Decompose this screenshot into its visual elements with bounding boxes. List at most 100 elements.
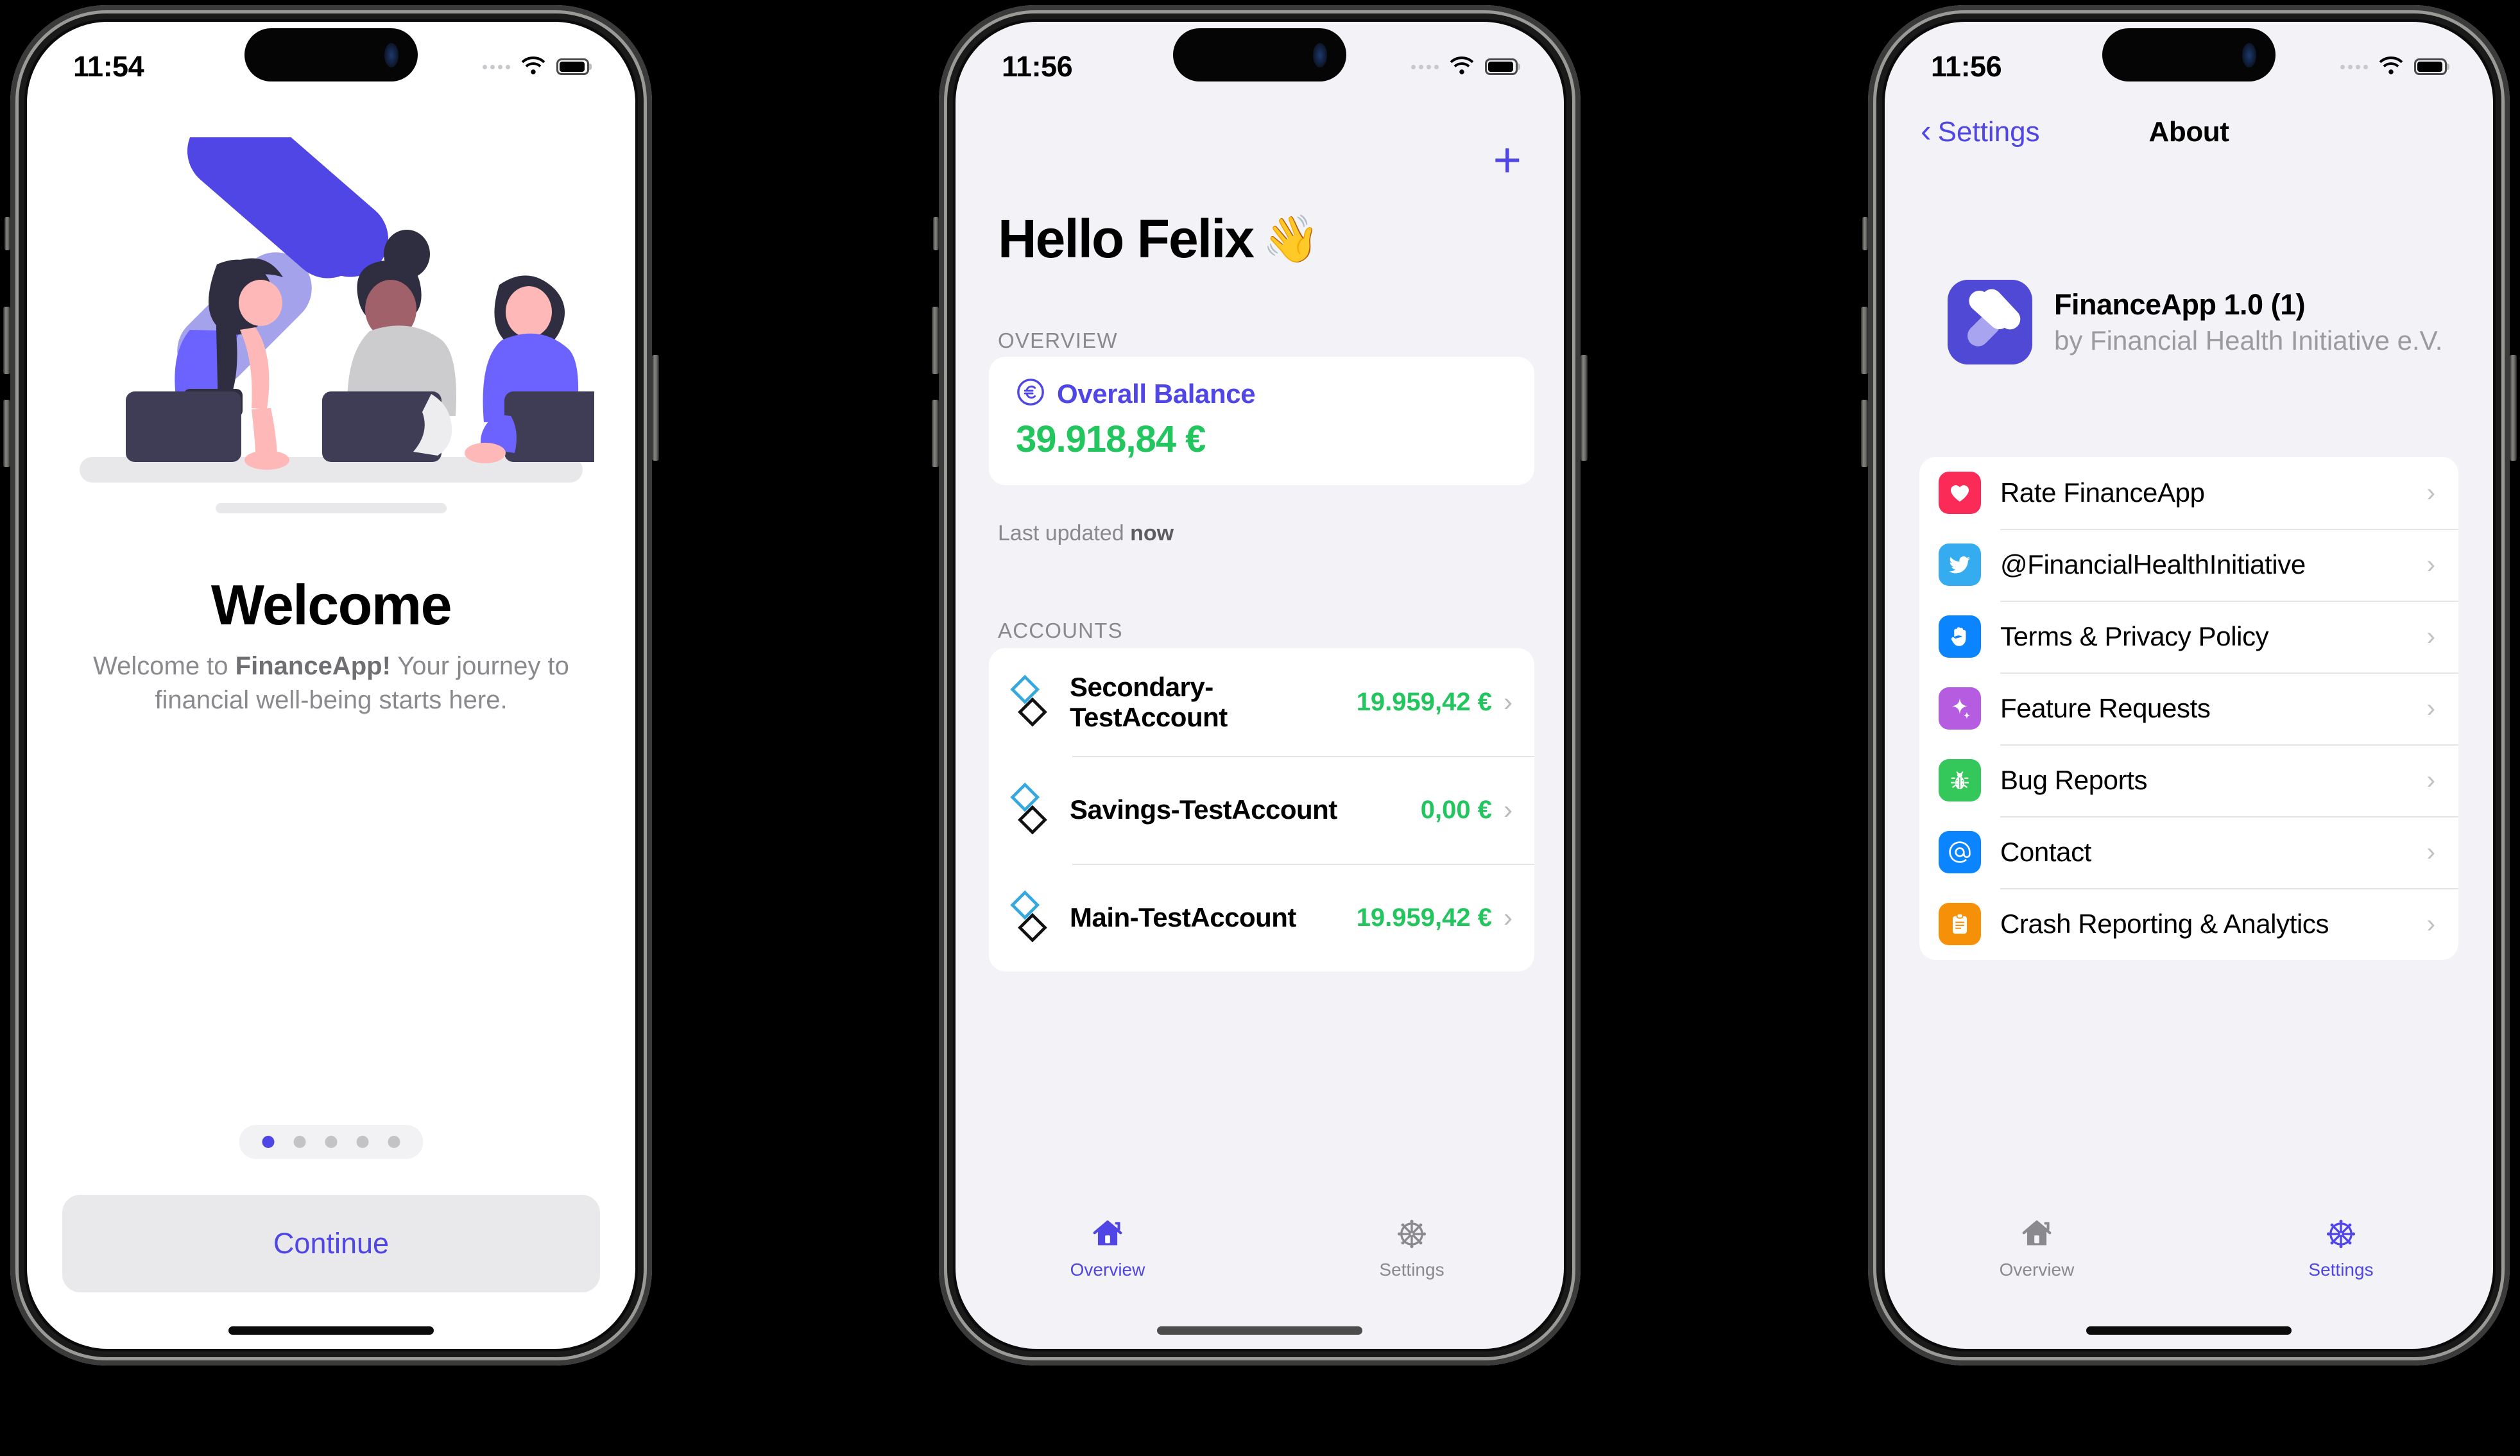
at-sign-icon [1939, 831, 1981, 873]
status-time: 11:54 [73, 50, 144, 83]
battery-icon [1485, 58, 1518, 75]
balance-card-header: Overall Balance [1016, 377, 1507, 410]
chevron-right-icon: › [2426, 622, 2435, 651]
tab-overview[interactable]: Overview [956, 1217, 1260, 1280]
chevron-right-icon: › [1504, 687, 1513, 717]
chevron-left-icon: ‹ [1921, 113, 1932, 149]
chevron-right-icon: › [2426, 694, 2435, 723]
volume-up-button[interactable] [1861, 307, 1868, 374]
gear-icon [2324, 1217, 2358, 1255]
last-updated: Last updated now [998, 521, 1174, 546]
volume-up-button[interactable] [932, 307, 939, 374]
page-dot-2[interactable] [293, 1136, 306, 1148]
heart-icon [1939, 472, 1981, 514]
chevron-right-icon: › [1504, 794, 1513, 825]
page-dot-3[interactable] [325, 1136, 338, 1148]
volume-down-button[interactable] [3, 400, 10, 467]
page-title: Welcome [210, 573, 452, 637]
page-indicator[interactable] [239, 1125, 424, 1159]
chevron-right-icon: › [2426, 479, 2435, 507]
page-dot-1[interactable] [262, 1136, 275, 1148]
app-publisher: by Financial Health Initiative e.V. [2054, 325, 2443, 355]
list-item-label: Bug Reports [2000, 765, 2148, 795]
tab-settings[interactable]: Settings [1260, 1217, 1564, 1280]
list-item[interactable]: Feature Requests › [1919, 672, 2458, 744]
wifi-icon [1448, 56, 1476, 77]
screen-welcome: 11:54 Welcome Welcome to FinanceApp! You… [27, 22, 635, 1349]
plus-icon[interactable]: + [1493, 136, 1521, 185]
clipboard-icon [1939, 903, 1981, 945]
list-item-label: Crash Reporting & Analytics [2000, 909, 2329, 939]
power-button[interactable] [1581, 355, 1588, 461]
continue-button[interactable]: Continue [62, 1195, 600, 1292]
dynamic-island [2102, 28, 2276, 81]
account-name: Main-TestAccount [1070, 902, 1296, 933]
last-updated-value: now [1130, 521, 1174, 545]
chevron-right-icon: › [2426, 766, 2435, 794]
volume-down-button[interactable] [1861, 400, 1868, 467]
overall-balance-card[interactable]: Overall Balance 39.918,84 € [989, 357, 1534, 485]
dynamic-island [244, 28, 418, 81]
account-amount: 0,00 € [1420, 795, 1492, 824]
last-updated-label: Last updated [998, 521, 1131, 545]
status-indicators [1411, 56, 1518, 77]
double-diamond-icon [1007, 781, 1056, 839]
ant-bug-icon [1939, 759, 1981, 801]
back-button[interactable]: ‹ Settings [1921, 113, 2040, 149]
greeting-heading: Hello Felix 👋 [998, 208, 1320, 270]
status-indicators [483, 56, 589, 77]
overview-content: + Hello Felix 👋 OVERVIEW Overall Balance… [956, 22, 1564, 1349]
table-row[interactable]: Main-TestAccount 19.959,42 € › [989, 864, 1534, 972]
tab-label: Settings [1379, 1260, 1444, 1280]
tab-settings[interactable]: Settings [2189, 1217, 2493, 1280]
table-row[interactable]: Savings-TestAccount 0,00 € › [989, 756, 1534, 864]
power-button[interactable] [2510, 355, 2517, 461]
twitter-icon [1939, 544, 1981, 586]
page-title: About [2148, 116, 2229, 148]
euro-circle-icon [1016, 377, 1045, 410]
app-meta: FinanceApp 1.0 (1) by Financial Health I… [2054, 288, 2442, 356]
hand-raised-icon [1939, 615, 1981, 658]
list-item[interactable]: Terms & Privacy Policy › [1919, 601, 2458, 672]
balance-card-title: Overall Balance [1057, 378, 1256, 409]
screen-about: 11:56 ‹ Settings About FinanceApp 1.0 (1… [1885, 22, 2493, 1349]
accounts-list: Secondary-TestAccount 19.959,42 € › Savi… [989, 648, 1534, 972]
list-item-label: Feature Requests [2000, 693, 2211, 723]
battery-icon [556, 58, 589, 75]
list-item-label: @FinancialHealthInitiative [2000, 549, 2306, 579]
power-button[interactable] [652, 355, 659, 461]
page-dot-5[interactable] [388, 1136, 400, 1148]
list-item[interactable]: Contact › [1919, 816, 2458, 888]
app-identity: FinanceApp 1.0 (1) by Financial Health I… [1948, 280, 2442, 364]
cellular-dots-icon [483, 64, 510, 69]
screenshot-stage: 11:54 Welcome Welcome to FinanceApp! You… [0, 0, 2520, 1456]
table-row[interactable]: Secondary-TestAccount 19.959,42 € › [989, 648, 1534, 756]
double-diamond-icon [1007, 889, 1056, 946]
silent-switch[interactable] [4, 217, 10, 250]
greeting-text: Hello Felix [998, 209, 1255, 269]
account-name: Savings-TestAccount [1070, 794, 1337, 825]
balance-amount: 39.918,84 € [1016, 418, 1206, 460]
silent-switch[interactable] [1862, 217, 1868, 250]
tab-label: Overview [1999, 1260, 2075, 1280]
cellular-dots-icon [2340, 64, 2368, 69]
list-item[interactable]: Bug Reports › [1919, 744, 2458, 816]
chevron-right-icon: › [2426, 551, 2435, 579]
list-item-label: Rate FinanceApp [2000, 477, 2205, 508]
silent-switch[interactable] [933, 217, 939, 250]
volume-up-button[interactable] [3, 307, 10, 374]
chevron-right-icon: › [1504, 902, 1513, 932]
page-dot-4[interactable] [356, 1136, 369, 1148]
home-indicator [1157, 1326, 1362, 1335]
cellular-dots-icon [1411, 64, 1439, 69]
volume-down-button[interactable] [932, 400, 939, 467]
waving-hand-icon: 👋 [1262, 214, 1320, 265]
wifi-icon [2377, 56, 2405, 77]
list-item[interactable]: @FinancialHealthInitiative › [1919, 529, 2458, 601]
tab-overview[interactable]: Overview [1885, 1217, 2189, 1280]
list-item[interactable]: Crash Reporting & Analytics › [1919, 888, 2458, 960]
account-name: Secondary-TestAccount [1070, 671, 1228, 732]
screen-overview: 11:56 + Hello Felix 👋 OVERVIEW Overall B… [956, 22, 1564, 1349]
wifi-icon [519, 56, 547, 77]
list-item[interactable]: Rate FinanceApp › [1919, 457, 2458, 529]
